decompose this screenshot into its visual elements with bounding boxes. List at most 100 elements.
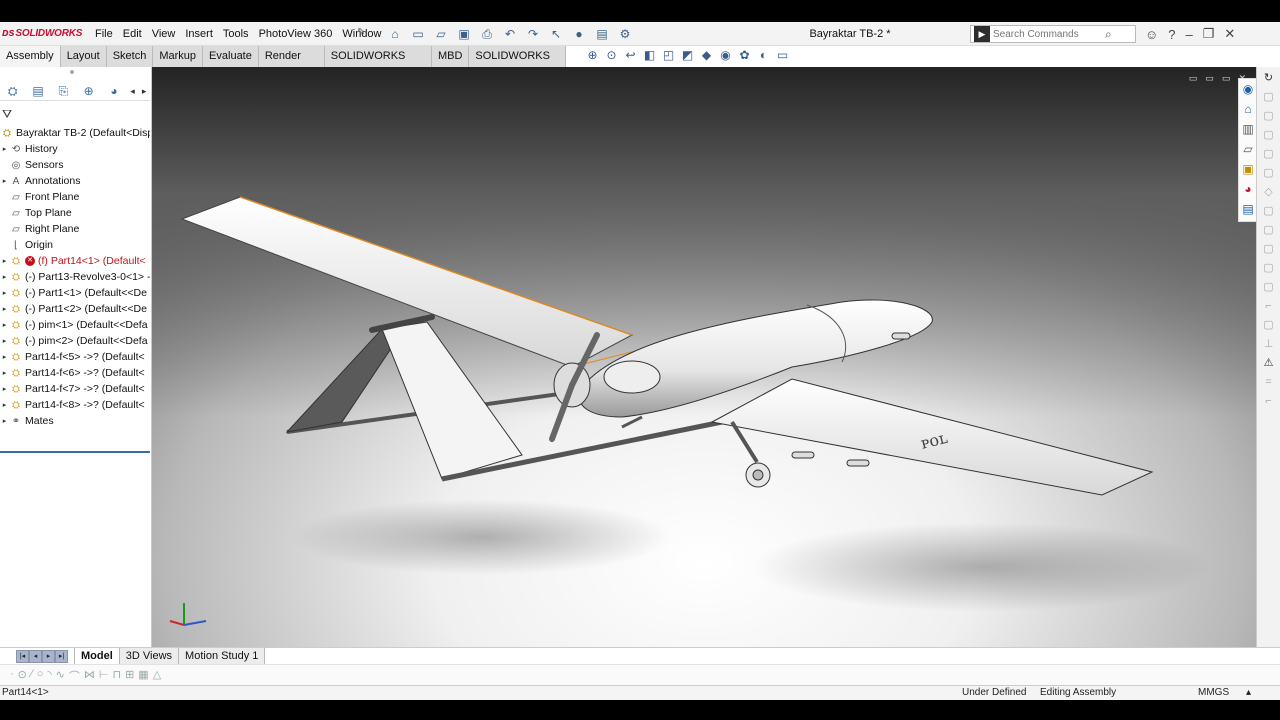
task-icon-6[interactable]: ◇ — [1260, 184, 1278, 200]
expand-arrow-icon[interactable]: ▸ — [0, 353, 9, 361]
tab-render-tools[interactable]: Render Tools — [259, 46, 325, 82]
first-tab-icon[interactable]: |◂ — [16, 650, 29, 663]
drone-model[interactable]: ᴘᴏʟ — [152, 67, 1256, 650]
close-icon[interactable]: ✕ — [1224, 26, 1235, 42]
configuration-manager-tab-icon[interactable]: ⎘ — [51, 82, 76, 100]
tab-sketch[interactable]: Sketch — [107, 46, 154, 67]
zoom-area-icon[interactable]: ⊙ — [604, 48, 619, 63]
undo-icon[interactable]: ↶ — [500, 25, 520, 43]
arc-icon[interactable]: ◝ — [47, 668, 51, 684]
task-icon-8[interactable]: ▢ — [1260, 222, 1278, 238]
display-style-icon[interactable]: ◆ — [699, 48, 714, 63]
ellipse-icon[interactable]: ○ — [37, 668, 44, 684]
tab-markup[interactable]: Markup — [153, 46, 204, 67]
tab-assembly[interactable]: Assembly — [0, 46, 61, 67]
expand-arrow-icon[interactable]: ▸ — [0, 385, 9, 393]
filter-icon[interactable]: ⛛ — [2, 107, 12, 122]
task-icon-11[interactable]: ▢ — [1260, 279, 1278, 295]
task-icon-3[interactable]: ▢ — [1260, 127, 1278, 143]
solidworks-logo[interactable]: ᴅsSOLIDWORKS — [2, 27, 82, 39]
appearances-icon[interactable]: ◕ — [1239, 179, 1257, 199]
rebuild-icon[interactable]: ● — [569, 25, 589, 43]
tab-addins[interactable]: SOLIDWORKS Add-Ins — [325, 46, 432, 82]
expand-arrow-icon[interactable]: ▸ — [0, 305, 9, 313]
redo-icon[interactable]: ↷ — [523, 25, 543, 43]
minimize-icon[interactable]: – — [1186, 27, 1193, 42]
globe-icon[interactable]: ◉ — [1239, 79, 1257, 99]
tree-rollback-bar[interactable] — [0, 451, 150, 453]
tree-item[interactable]: ▸ ⚭ Mates — [0, 413, 150, 429]
view-settings-icon[interactable]: ▭ — [775, 48, 790, 63]
expand-arrow-icon[interactable]: ▸ — [0, 401, 9, 409]
appearance-icon[interactable]: ✿ — [737, 48, 752, 63]
task-icon-2[interactable]: ▢ — [1260, 108, 1278, 124]
property-manager-tab-icon[interactable]: ▤ — [25, 82, 50, 100]
view-orientation-icon[interactable]: ◩ — [680, 48, 695, 63]
expand-arrow-icon[interactable]: ▸ — [0, 417, 9, 425]
tree-item[interactable]: ▸ A Annotations — [0, 173, 150, 189]
tree-item[interactable]: ▱ Right Plane — [0, 221, 150, 237]
line-icon[interactable]: ∕ — [31, 668, 33, 684]
task-icon-4[interactable]: ▢ — [1260, 146, 1278, 162]
menu-view[interactable]: View — [147, 22, 181, 46]
tree-item[interactable]: ▸ ⛭ Part14-f<5> ->? (Default< — [0, 349, 150, 365]
expand-arrow-icon[interactable]: ▸ — [0, 321, 9, 329]
tree-item[interactable]: ◎ Sensors — [0, 157, 150, 173]
print-icon[interactable]: ⎙ — [477, 25, 497, 43]
feature-manager-tab-icon[interactable]: ⛭ — [0, 82, 25, 100]
prev-tab-icon[interactable]: ◂ — [29, 650, 42, 663]
tab-mbd[interactable]: MBD — [432, 46, 470, 67]
units-dropdown-icon[interactable]: ▴ — [1246, 687, 1251, 698]
task-icon-10[interactable]: ▢ — [1260, 260, 1278, 276]
menu-edit[interactable]: Edit — [118, 22, 147, 46]
tab-motion-study[interactable]: Motion Study 1 — [178, 648, 266, 665]
panel-grip[interactable] — [70, 70, 74, 74]
home-view-icon[interactable]: ⌂ — [1239, 99, 1257, 119]
tabs-left-arrow-icon[interactable]: ◂ — [127, 82, 139, 100]
tree-item[interactable]: ▸ ⛭ Part14-f<8> ->? (Default< — [0, 397, 150, 413]
extend-icon[interactable]: ⊢ — [99, 668, 109, 684]
hide-show-icon[interactable]: ◉ — [718, 48, 733, 63]
pattern-icon[interactable]: ▦ — [138, 668, 148, 684]
dynamic-annotation-icon[interactable]: ◰ — [661, 48, 676, 63]
open-icon[interactable]: ▱ — [431, 25, 451, 43]
tree-item[interactable]: ▸ ⛭ (-) pim<2> (Default<<Defa — [0, 333, 150, 349]
tree-item[interactable]: ▸ ⛭ Part14-f<6> ->? (Default< — [0, 365, 150, 381]
expand-arrow-icon[interactable]: ▸ — [0, 145, 9, 153]
tab-cam[interactable]: SOLIDWORKS CAM — [469, 46, 566, 82]
task-icon-15[interactable]: ⚠ — [1260, 355, 1278, 371]
menu-tools[interactable]: Tools — [218, 22, 254, 46]
display-manager-tab-icon[interactable]: ◕ — [101, 82, 126, 100]
expand-arrow-icon[interactable]: ▸ — [0, 273, 9, 281]
previous-view-icon[interactable]: ↩ — [623, 48, 638, 63]
task-icon-16[interactable]: = — [1260, 374, 1278, 390]
status-units[interactable]: MMGS — [1198, 687, 1229, 698]
task-icon-7[interactable]: ▢ — [1260, 203, 1278, 219]
tree-item[interactable]: ⌊ Origin — [0, 237, 150, 253]
graphics-area[interactable]: ▭ ▭ ▭ ✕ — [152, 67, 1256, 650]
tree-item[interactable]: ▸ ⛭ (-) Part1<2> (Default<<De — [0, 301, 150, 317]
tree-item[interactable]: ▸ ⛭ (-) Part1<1> (Default<<De — [0, 285, 150, 301]
tab-model[interactable]: Model — [74, 648, 120, 665]
menu-photoview[interactable]: PhotoView 360 — [254, 22, 338, 46]
tree-item[interactable]: ▱ Top Plane — [0, 205, 150, 221]
tree-item[interactable]: ▸ ⛭ (-) pim<1> (Default<<Defa — [0, 317, 150, 333]
custom-properties-icon[interactable]: ▤ — [1239, 199, 1257, 219]
file-explorer-icon[interactable]: ▱ — [1239, 139, 1257, 159]
library-icon[interactable]: ▥ — [1239, 119, 1257, 139]
next-tab-icon[interactable]: ▸ — [42, 650, 55, 663]
restore-icon[interactable]: ❐ — [1203, 26, 1215, 42]
file-properties-icon[interactable]: ▤ — [592, 25, 612, 43]
task-icon-1[interactable]: ▢ — [1260, 89, 1278, 105]
expand-arrow-icon[interactable]: ▸ — [0, 289, 9, 297]
search-icon[interactable]: ⌕ — [1105, 27, 1112, 42]
pin-icon[interactable]: ✎ — [357, 27, 367, 39]
task-pane-collapse-icon[interactable]: ↻ — [1260, 70, 1278, 86]
options-icon[interactable]: ⚙ — [615, 25, 635, 43]
engine-nacelle[interactable] — [603, 360, 661, 394]
last-tab-icon[interactable]: ▸| — [55, 650, 68, 663]
offset-icon[interactable]: ⌒ — [69, 668, 80, 684]
tree-item[interactable]: ▸ ⛭ ✕ (f) Part14<1> (Default< — [0, 253, 150, 269]
spline-icon[interactable]: ∿ — [56, 668, 65, 684]
task-icon-9[interactable]: ▢ — [1260, 241, 1278, 257]
